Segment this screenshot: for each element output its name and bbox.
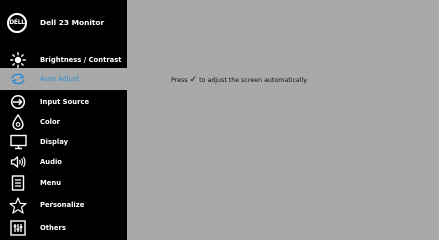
menu-item-label: Display <box>40 138 69 146</box>
auto-adjust-instruction: Press ✓ to adjust the screen automatical… <box>171 76 308 85</box>
input-source-icon <box>9 93 27 111</box>
menu-item-auto-adjust[interactable]: Auto Adjust <box>0 68 127 90</box>
menu-item-input-source[interactable]: Input Source <box>0 91 127 113</box>
menu-item-display[interactable]: Display <box>0 131 127 153</box>
menu-item-audio[interactable]: Audio <box>0 151 127 173</box>
personalize-icon <box>9 196 27 214</box>
brightness-icon <box>9 51 27 69</box>
menu-item-label: Menu <box>40 179 62 187</box>
menu-item-personalize[interactable]: Personalize <box>0 194 127 216</box>
color-icon <box>9 113 27 131</box>
audio-icon <box>9 153 27 171</box>
menu-item-label: Brightness / Contrast <box>40 56 122 64</box>
osd-sidebar: DÉLL Dell 23 Monitor Brightness / Contra… <box>0 0 127 240</box>
menu-item-color[interactable]: Color <box>0 111 127 133</box>
check-icon: ✓ <box>189 75 198 85</box>
display-icon <box>9 133 27 151</box>
menu-item-others[interactable]: Others <box>0 217 127 239</box>
menu-item-label: Others <box>40 224 66 232</box>
others-icon <box>9 219 27 237</box>
osd-header: DÉLL Dell 23 Monitor <box>0 0 127 45</box>
menu-item-label: Auto Adjust <box>40 75 80 83</box>
menu-icon <box>9 174 27 192</box>
dell-logo: DÉLL <box>7 12 27 33</box>
instruction-text-before: Press <box>171 77 188 84</box>
menu-item-label: Audio <box>40 158 62 166</box>
menu-item-label: Color <box>40 118 61 126</box>
menu-item-label: Personalize <box>40 201 85 209</box>
menu-item-menu[interactable]: Menu <box>0 172 127 194</box>
auto-adjust-icon <box>9 70 27 88</box>
monitor-osd: DÉLL Dell 23 Monitor Brightness / Contra… <box>0 0 439 240</box>
dell-logo-text: DÉLL <box>9 19 25 26</box>
instruction-text-after: to adjust the screen automatically. <box>199 77 309 84</box>
osd-content-panel: Press ✓ to adjust the screen automatical… <box>127 0 439 240</box>
monitor-model-title: Dell 23 Monitor <box>40 18 105 27</box>
menu-item-label: Input Source <box>40 98 90 106</box>
